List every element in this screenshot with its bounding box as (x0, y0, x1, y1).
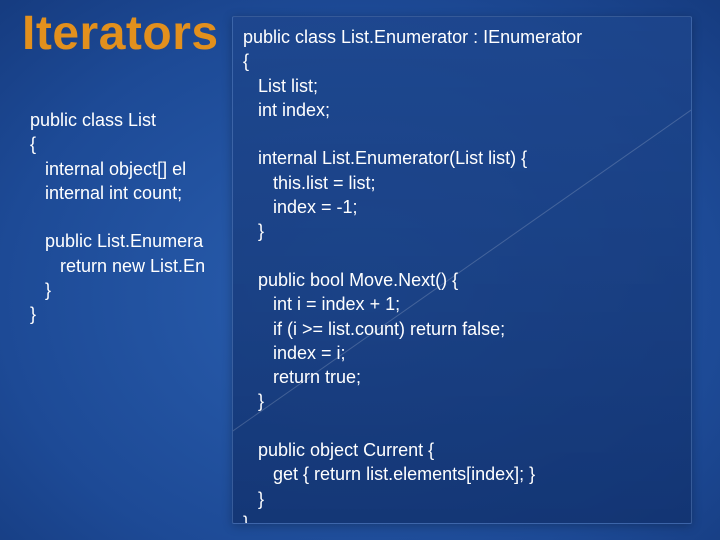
code-block-right: public class List.Enumerator : IEnumerat… (243, 25, 681, 524)
code-block-left: public class List { internal object[] el… (30, 108, 205, 327)
code-panel-right: public class List.Enumerator : IEnumerat… (232, 16, 692, 524)
slide-title: Iterators (22, 6, 219, 61)
